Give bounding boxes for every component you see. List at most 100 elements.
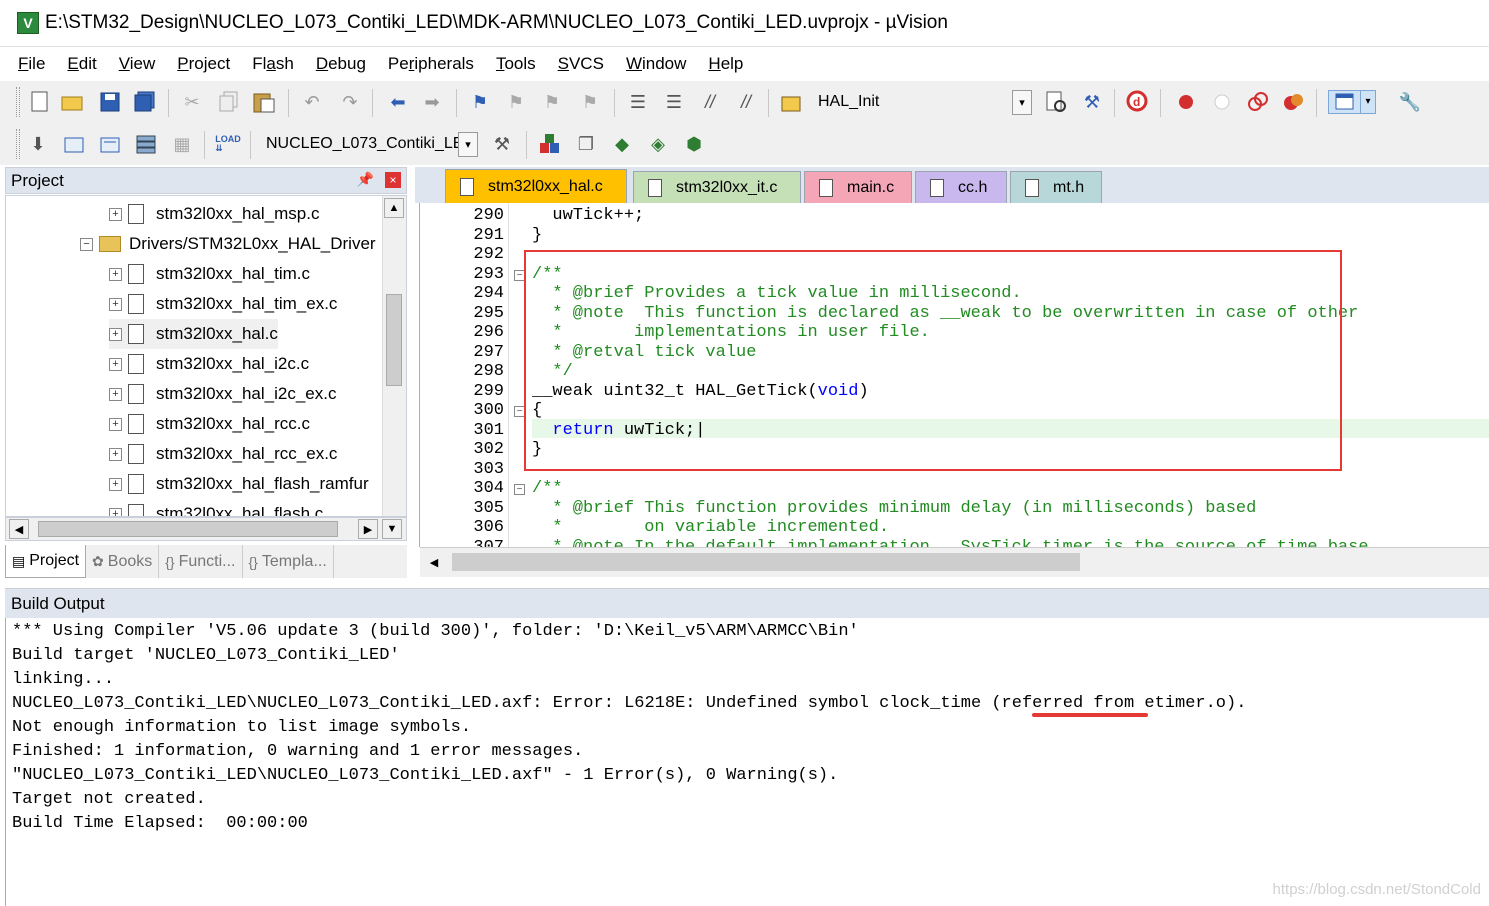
scroll-right-icon[interactable]: ▶	[358, 519, 378, 539]
target-options-icon[interactable]: ⚒	[490, 132, 514, 156]
navigate-forward-icon[interactable]: ➡	[420, 90, 444, 114]
build-icon[interactable]	[62, 132, 86, 156]
find-references-icon[interactable]: ⚒	[1080, 90, 1104, 114]
enable-breakpoint-icon[interactable]	[1210, 90, 1234, 114]
menu-view[interactable]: View	[119, 54, 156, 74]
tree-file[interactable]: + stm32l0xx_hal_rcc_ex.c	[109, 439, 337, 469]
menu-flash[interactable]: Flash	[252, 54, 294, 74]
tree-file[interactable]: + stm32l0xx_hal_i2c_ex.c	[109, 379, 336, 409]
tree-file[interactable]: + stm32l0xx_hal_flash.c	[109, 499, 323, 516]
toolbar-grip[interactable]	[16, 87, 20, 117]
stop-build-icon[interactable]: ▦	[170, 132, 194, 156]
kill-breakpoints-icon[interactable]	[1282, 90, 1306, 114]
fold-toggle-icon[interactable]: −	[514, 484, 525, 495]
window-layout-dropdown[interactable]: ▾	[1360, 90, 1376, 114]
tree-folder[interactable]: − Drivers/STM32L0xx_HAL_Driver	[80, 229, 376, 259]
translate-icon[interactable]: ⬇	[26, 132, 50, 156]
editor-tab[interactable]: main.c	[804, 171, 912, 203]
tree-file[interactable]: + stm32l0xx_hal_i2c.c	[109, 349, 309, 379]
rebuild-icon[interactable]	[98, 132, 122, 156]
toolbar-grip[interactable]	[16, 129, 20, 159]
tree-horizontal-scrollbar[interactable]: ◀ ▶ ▼	[5, 517, 407, 541]
find-combo[interactable]: HAL_Init	[814, 89, 1014, 115]
collapse-icon[interactable]: −	[80, 237, 93, 251]
tree-file[interactable]: + stm32l0xx_hal_tim.c	[109, 259, 310, 289]
start-debug-icon[interactable]: d	[1126, 90, 1150, 114]
editor-tab[interactable]: mt.h	[1010, 171, 1102, 203]
editor-tab[interactable]: stm32l0xx_it.c	[633, 171, 801, 203]
menu-peripherals[interactable]: Peripherals	[388, 54, 474, 74]
window-layout-icon[interactable]	[1328, 90, 1362, 114]
expand-icon[interactable]: +	[109, 327, 122, 341]
expand-icon[interactable]: +	[109, 207, 122, 221]
scroll-up-icon[interactable]: ▲	[384, 198, 404, 218]
select-packs-icon[interactable]: ❐	[574, 132, 598, 156]
undo-icon[interactable]: ↶	[300, 90, 324, 114]
panel-tab-books[interactable]: ✿ Books	[86, 545, 160, 578]
menu-edit[interactable]: Edit	[67, 54, 96, 74]
download-load-icon[interactable]: LOAD ⇊	[215, 132, 241, 156]
menu-file[interactable]: File	[18, 54, 45, 74]
expand-icon[interactable]: +	[109, 447, 122, 461]
bookmark-icon[interactable]: ⚑	[468, 90, 492, 114]
find-in-files-icon[interactable]	[780, 90, 804, 114]
comment-icon[interactable]: //	[698, 90, 722, 114]
pack-installer-icon[interactable]: ◈	[646, 132, 670, 156]
disable-breakpoints-icon[interactable]	[1246, 90, 1270, 114]
tree-file[interactable]: + stm32l0xx_hal_rcc.c	[109, 409, 310, 439]
panel-tab-functi[interactable]: {} Functi...	[159, 545, 243, 578]
menu-help[interactable]: Help	[708, 54, 743, 74]
save-icon[interactable]	[98, 90, 122, 114]
editor-horizontal-scrollbar[interactable]: ◀	[420, 547, 1489, 577]
pin-icon[interactable]: 📌	[357, 171, 374, 188]
tree-file[interactable]: + stm32l0xx_hal_msp.c	[109, 199, 319, 229]
software-packs-icon[interactable]: ⬢	[682, 132, 706, 156]
find-combo-dropdown[interactable]: ▾	[1012, 90, 1032, 115]
expand-icon[interactable]: +	[109, 357, 122, 371]
menu-window[interactable]: Window	[626, 54, 686, 74]
new-file-icon[interactable]	[28, 90, 52, 114]
scroll-down-icon[interactable]: ▼	[382, 519, 402, 539]
menu-project[interactable]: Project	[177, 54, 230, 74]
unindent-icon[interactable]: ☰	[662, 90, 686, 114]
scrollbar-thumb[interactable]	[386, 294, 402, 386]
editor-tab[interactable]: cc.h	[915, 171, 1007, 203]
scrollbar-thumb[interactable]	[452, 553, 1080, 571]
close-icon[interactable]: ×	[385, 172, 401, 188]
incremental-find-icon[interactable]	[1044, 90, 1068, 114]
configure-icon[interactable]: 🔧	[1398, 90, 1422, 114]
tree-file[interactable]: + stm32l0xx_hal_tim_ex.c	[109, 289, 337, 319]
manage-project-items-icon[interactable]	[538, 132, 562, 156]
panel-tab-templa[interactable]: {} Templa...	[243, 545, 334, 578]
expand-icon[interactable]: +	[109, 507, 122, 516]
redo-icon[interactable]: ↷	[338, 90, 362, 114]
navigate-back-icon[interactable]: ⬅	[386, 90, 410, 114]
panel-tab-project[interactable]: ▤ Project	[5, 545, 87, 578]
target-select[interactable]: NUCLEO_L073_Contiki_LE	[262, 131, 458, 157]
clear-bookmarks-icon[interactable]: ⚑	[578, 90, 602, 114]
copy-icon[interactable]	[217, 90, 241, 114]
paste-icon[interactable]	[252, 90, 276, 114]
target-select-dropdown[interactable]: ▾	[458, 132, 478, 157]
menu-debug[interactable]: Debug	[316, 54, 366, 74]
menu-svcs[interactable]: SVCS	[558, 54, 604, 74]
scrollbar-thumb[interactable]	[38, 521, 338, 537]
insert-breakpoint-icon[interactable]	[1174, 90, 1198, 114]
tree-vertical-scrollbar[interactable]: ▲	[382, 196, 406, 516]
expand-icon[interactable]: +	[109, 417, 122, 431]
expand-icon[interactable]: +	[109, 477, 122, 491]
cut-icon[interactable]: ✂	[180, 90, 204, 114]
rte-icon[interactable]: ◆	[610, 132, 634, 156]
scroll-left-icon[interactable]: ◀	[424, 552, 444, 572]
scroll-left-icon[interactable]: ◀	[9, 519, 29, 539]
build-output-window[interactable]: *** Using Compiler 'V5.06 update 3 (buil…	[5, 618, 1489, 906]
next-bookmark-icon[interactable]: ⚑	[540, 90, 564, 114]
indent-icon[interactable]: ☰	[626, 90, 650, 114]
tree-file[interactable]: + stm32l0xx_hal.c	[109, 319, 278, 349]
uncomment-icon[interactable]: //	[734, 90, 758, 114]
expand-icon[interactable]: +	[109, 267, 122, 281]
expand-icon[interactable]: +	[109, 387, 122, 401]
prev-bookmark-icon[interactable]: ⚑	[504, 90, 528, 114]
editor-tab[interactable]: stm32l0xx_hal.c	[445, 169, 627, 203]
menu-tools[interactable]: Tools	[496, 54, 536, 74]
